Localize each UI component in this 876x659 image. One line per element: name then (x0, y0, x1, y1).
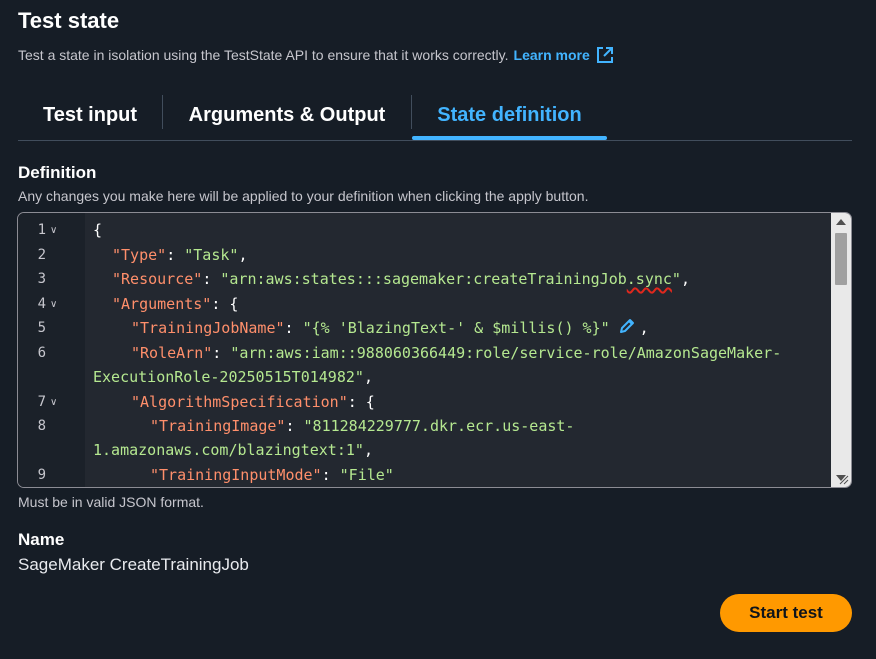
resize-grip-icon[interactable] (839, 475, 849, 485)
line-number-gutter: 1 ∨ 2 3 4 ∨ 5 6 7 ∨ 8 9 (18, 213, 85, 487)
scroll-up-arrow-icon[interactable] (836, 219, 846, 225)
code-line: "Resource": "arn:aws:states:::sagemaker:… (112, 270, 690, 288)
tab-test-input[interactable]: Test input (18, 90, 162, 140)
name-label: Name (18, 530, 65, 549)
validation-error-squiggle: .sync (626, 270, 672, 288)
code-line: "TrainingJobName": "{% 'BlazingText-' & … (131, 317, 649, 337)
code-editor[interactable]: 1 ∨ 2 3 4 ∨ 5 6 7 ∨ 8 9 { "Type": "Task"… (17, 212, 852, 488)
code-line-wrap: ExecutionRole-20250515T014982", (93, 368, 373, 386)
line-number: 4 (37, 296, 46, 312)
line-number: 7 (37, 394, 46, 410)
line-number: 6 (37, 345, 46, 361)
code-line: "RoleArn": "arn:aws:iam::988060366449:ro… (131, 344, 782, 362)
scroll-thumb[interactable] (835, 233, 847, 285)
tab-arguments-output[interactable]: Arguments & Output (163, 90, 411, 140)
learn-more-link[interactable]: Learn more (514, 46, 614, 64)
code-line: "TrainingImage": "811284229777.dkr.ecr.u… (150, 417, 575, 435)
subtitle-text: Test a state in isolation using the Test… (18, 47, 509, 63)
pencil-icon[interactable] (618, 317, 636, 335)
tab-bar: Test input Arguments & Output State defi… (18, 90, 852, 141)
code-line-wrap: 1.amazonaws.com/blazingtext:1", (93, 441, 373, 459)
definition-label: Definition (18, 163, 97, 182)
page-subtitle: Test a state in isolation using the Test… (18, 46, 614, 64)
fold-chevron-icon[interactable]: ∨ (50, 391, 57, 415)
code-line: "AlgorithmSpecification": { (131, 393, 375, 411)
code-line: "Type": "Task", (112, 246, 248, 264)
line-number: 2 (37, 247, 46, 263)
line-number: 1 (37, 222, 46, 238)
tab-state-definition[interactable]: State definition (412, 90, 607, 140)
line-number: 5 (37, 320, 46, 336)
line-number: 8 (37, 418, 46, 434)
code-line: "Arguments": { (112, 295, 239, 313)
code-line: { (93, 221, 103, 239)
line-number: 3 (37, 271, 46, 287)
start-test-button[interactable]: Start test (720, 594, 852, 632)
json-format-hint: Must be in valid JSON format. (18, 494, 204, 510)
external-link-icon (596, 47, 613, 63)
code-content[interactable]: { "Type": "Task", "Resource": "arn:aws:s… (93, 213, 825, 487)
editor-scrollbar[interactable] (831, 213, 851, 487)
fold-chevron-icon[interactable]: ∨ (50, 293, 57, 317)
learn-more-label: Learn more (513, 47, 590, 63)
code-line: "TrainingInputMode": "File" (150, 466, 394, 484)
definition-description: Any changes you make here will be applie… (18, 188, 589, 204)
name-value: SageMaker CreateTrainingJob (18, 555, 249, 574)
line-number: 9 (37, 467, 46, 483)
page-title: Test state (18, 8, 120, 33)
fold-chevron-icon[interactable]: ∨ (50, 219, 57, 243)
